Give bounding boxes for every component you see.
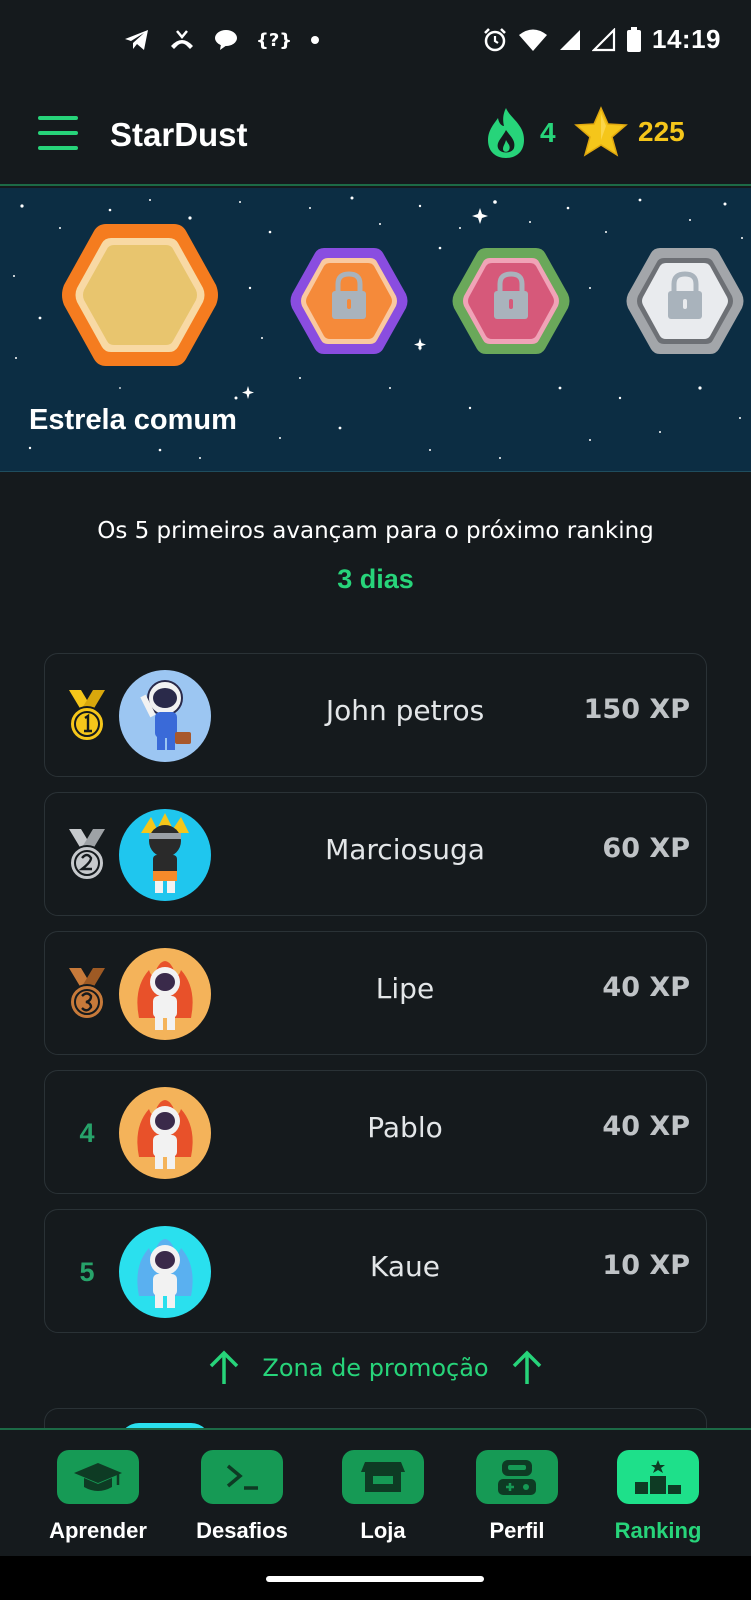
status-bar: {?} 14:19 <box>0 0 751 86</box>
ranking-row[interactable]: Lipe 40 XP <box>44 931 707 1055</box>
silver-medal-icon <box>69 829 105 881</box>
player-xp: 150 XP <box>583 694 690 725</box>
star-counter[interactable]: 225 <box>574 106 685 158</box>
dot-icon <box>311 36 320 44</box>
ranking-row[interactable]: 4 Pablo 40 XP <box>44 1070 707 1194</box>
streak-counter[interactable]: 4 <box>484 106 556 160</box>
nav-ranking[interactable]: Ranking <box>598 1450 718 1544</box>
podium-icon <box>635 1460 681 1494</box>
arrow-up-icon <box>210 1350 239 1384</box>
app-title: StarDust <box>110 116 248 153</box>
nav-icon-container <box>617 1450 699 1504</box>
days-remaining: 3 dias <box>337 564 414 594</box>
menu-button[interactable] <box>38 116 78 150</box>
system-navigation-bar <box>0 1556 751 1600</box>
gold-medal-icon <box>69 690 105 742</box>
fire-icon <box>488 108 524 158</box>
notification-icons: {?} <box>124 28 320 52</box>
nav-loja[interactable]: Loja <box>323 1450 443 1544</box>
ranking-row[interactable]: Marciosuga 60 XP <box>44 792 707 916</box>
current-league-name: Estrela comum <box>29 404 237 436</box>
rank-position <box>61 823 113 887</box>
player-name: John petros <box>325 694 485 727</box>
avatar <box>119 1087 211 1179</box>
league-banner: Estrela comum <box>0 188 751 472</box>
nav-icon-container <box>201 1450 283 1504</box>
promotion-zone: Zona de promoção <box>0 1350 751 1386</box>
player-name: Kaue <box>370 1250 440 1283</box>
signal-empty-icon <box>592 27 616 51</box>
nav-icon-container <box>57 1450 139 1504</box>
avatar <box>119 948 211 1040</box>
system-status-icons: 14:19 <box>482 24 721 55</box>
league-badge-locked-4[interactable] <box>624 244 746 358</box>
signal-icon <box>560 29 580 50</box>
player-xp: 40 XP <box>602 972 690 1003</box>
nav-icon-container <box>476 1450 558 1504</box>
rank-position <box>61 684 113 748</box>
player-xp: 40 XP <box>602 1111 690 1142</box>
promotion-info: Os 5 primeiros avançam para o próximo ra… <box>97 518 654 544</box>
clock: 14:19 <box>652 24 721 54</box>
rank-number: 4 <box>79 1117 95 1148</box>
player-xp: 10 XP <box>602 1250 690 1281</box>
nav-perfil[interactable]: Perfil <box>457 1450 577 1544</box>
store-icon <box>361 1462 405 1492</box>
nav-label: Desafios <box>196 1518 288 1543</box>
wifi-icon <box>519 29 547 51</box>
rank-number: 5 <box>79 1256 95 1287</box>
star-count: 225 <box>638 116 685 147</box>
bottom-navigation: Aprender Desafios Loja Perfil Ranking <box>0 1428 751 1556</box>
arrow-up-icon <box>512 1350 541 1384</box>
star-icon <box>574 106 628 157</box>
app-bar: StarDust 4 225 <box>0 86 751 186</box>
player-xp: 60 XP <box>602 833 690 864</box>
player-name: Marciosuga <box>325 833 485 866</box>
nav-label: Ranking <box>614 1518 702 1543</box>
telegram-icon <box>125 30 148 50</box>
terminal-icon <box>226 1464 258 1490</box>
code-icon: {?} <box>256 29 293 51</box>
nav-label: Loja <box>360 1518 406 1543</box>
avatar <box>119 809 211 901</box>
alarm-icon <box>484 27 506 51</box>
nav-aprender[interactable]: Aprender <box>38 1450 158 1544</box>
chat-bubble-icon <box>215 30 237 50</box>
home-gesture-bar[interactable] <box>266 1576 484 1582</box>
graduation-cap-icon <box>74 1463 122 1491</box>
menu-line <box>38 131 78 135</box>
menu-line <box>38 116 78 120</box>
ranking-row[interactable]: John petros 150 XP <box>44 653 707 777</box>
league-badge-estrela-comum[interactable] <box>58 218 222 372</box>
missed-call-icon <box>171 30 193 49</box>
rank-position: 5 <box>61 1240 113 1304</box>
nav-desafios[interactable]: Desafios <box>182 1450 302 1544</box>
menu-line <box>38 146 78 150</box>
bronze-medal-icon <box>69 968 105 1020</box>
league-badge-locked-2[interactable] <box>288 244 410 358</box>
nav-icon-container <box>342 1450 424 1504</box>
ranking-row[interactable]: 5 Kaue 10 XP <box>44 1209 707 1333</box>
league-badge-locked-3[interactable] <box>450 244 572 358</box>
promotion-zone-label: Zona de promoção <box>262 1354 489 1382</box>
avatar <box>119 1226 211 1318</box>
streak-count: 4 <box>540 117 556 148</box>
battery-icon <box>627 26 641 52</box>
nav-label: Aprender <box>49 1518 147 1543</box>
rank-position <box>61 962 113 1026</box>
player-name: Pablo <box>367 1111 443 1144</box>
robot-profile-icon <box>498 1460 536 1495</box>
avatar <box>119 670 211 762</box>
player-name: Lipe <box>375 972 435 1005</box>
nav-label: Perfil <box>489 1518 545 1543</box>
rank-position: 4 <box>61 1101 113 1165</box>
